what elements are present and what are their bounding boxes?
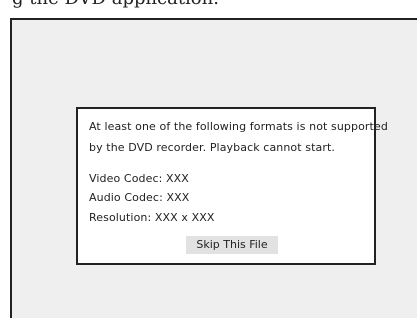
audio-codec-label: Audio Codec: XXX [89, 191, 190, 204]
resolution-label: Resolution: XXX x XXX [89, 211, 215, 224]
dialog-message-line-1: At least one of the following formats is… [89, 120, 388, 133]
unsupported-format-dialog: At least one of the following formats is… [76, 107, 388, 265]
tv-screen: At least one of the following formats is… [10, 18, 417, 318]
page-caption: g the DVD application. [12, 0, 219, 9]
skip-this-file-button[interactable]: Skip This File [186, 236, 278, 254]
caption-strip: g the DVD application. [0, 0, 418, 16]
dialog-message-line-2: by the DVD recorder. Playback cannot sta… [89, 141, 335, 154]
video-codec-label: Video Codec: XXX [89, 172, 189, 185]
